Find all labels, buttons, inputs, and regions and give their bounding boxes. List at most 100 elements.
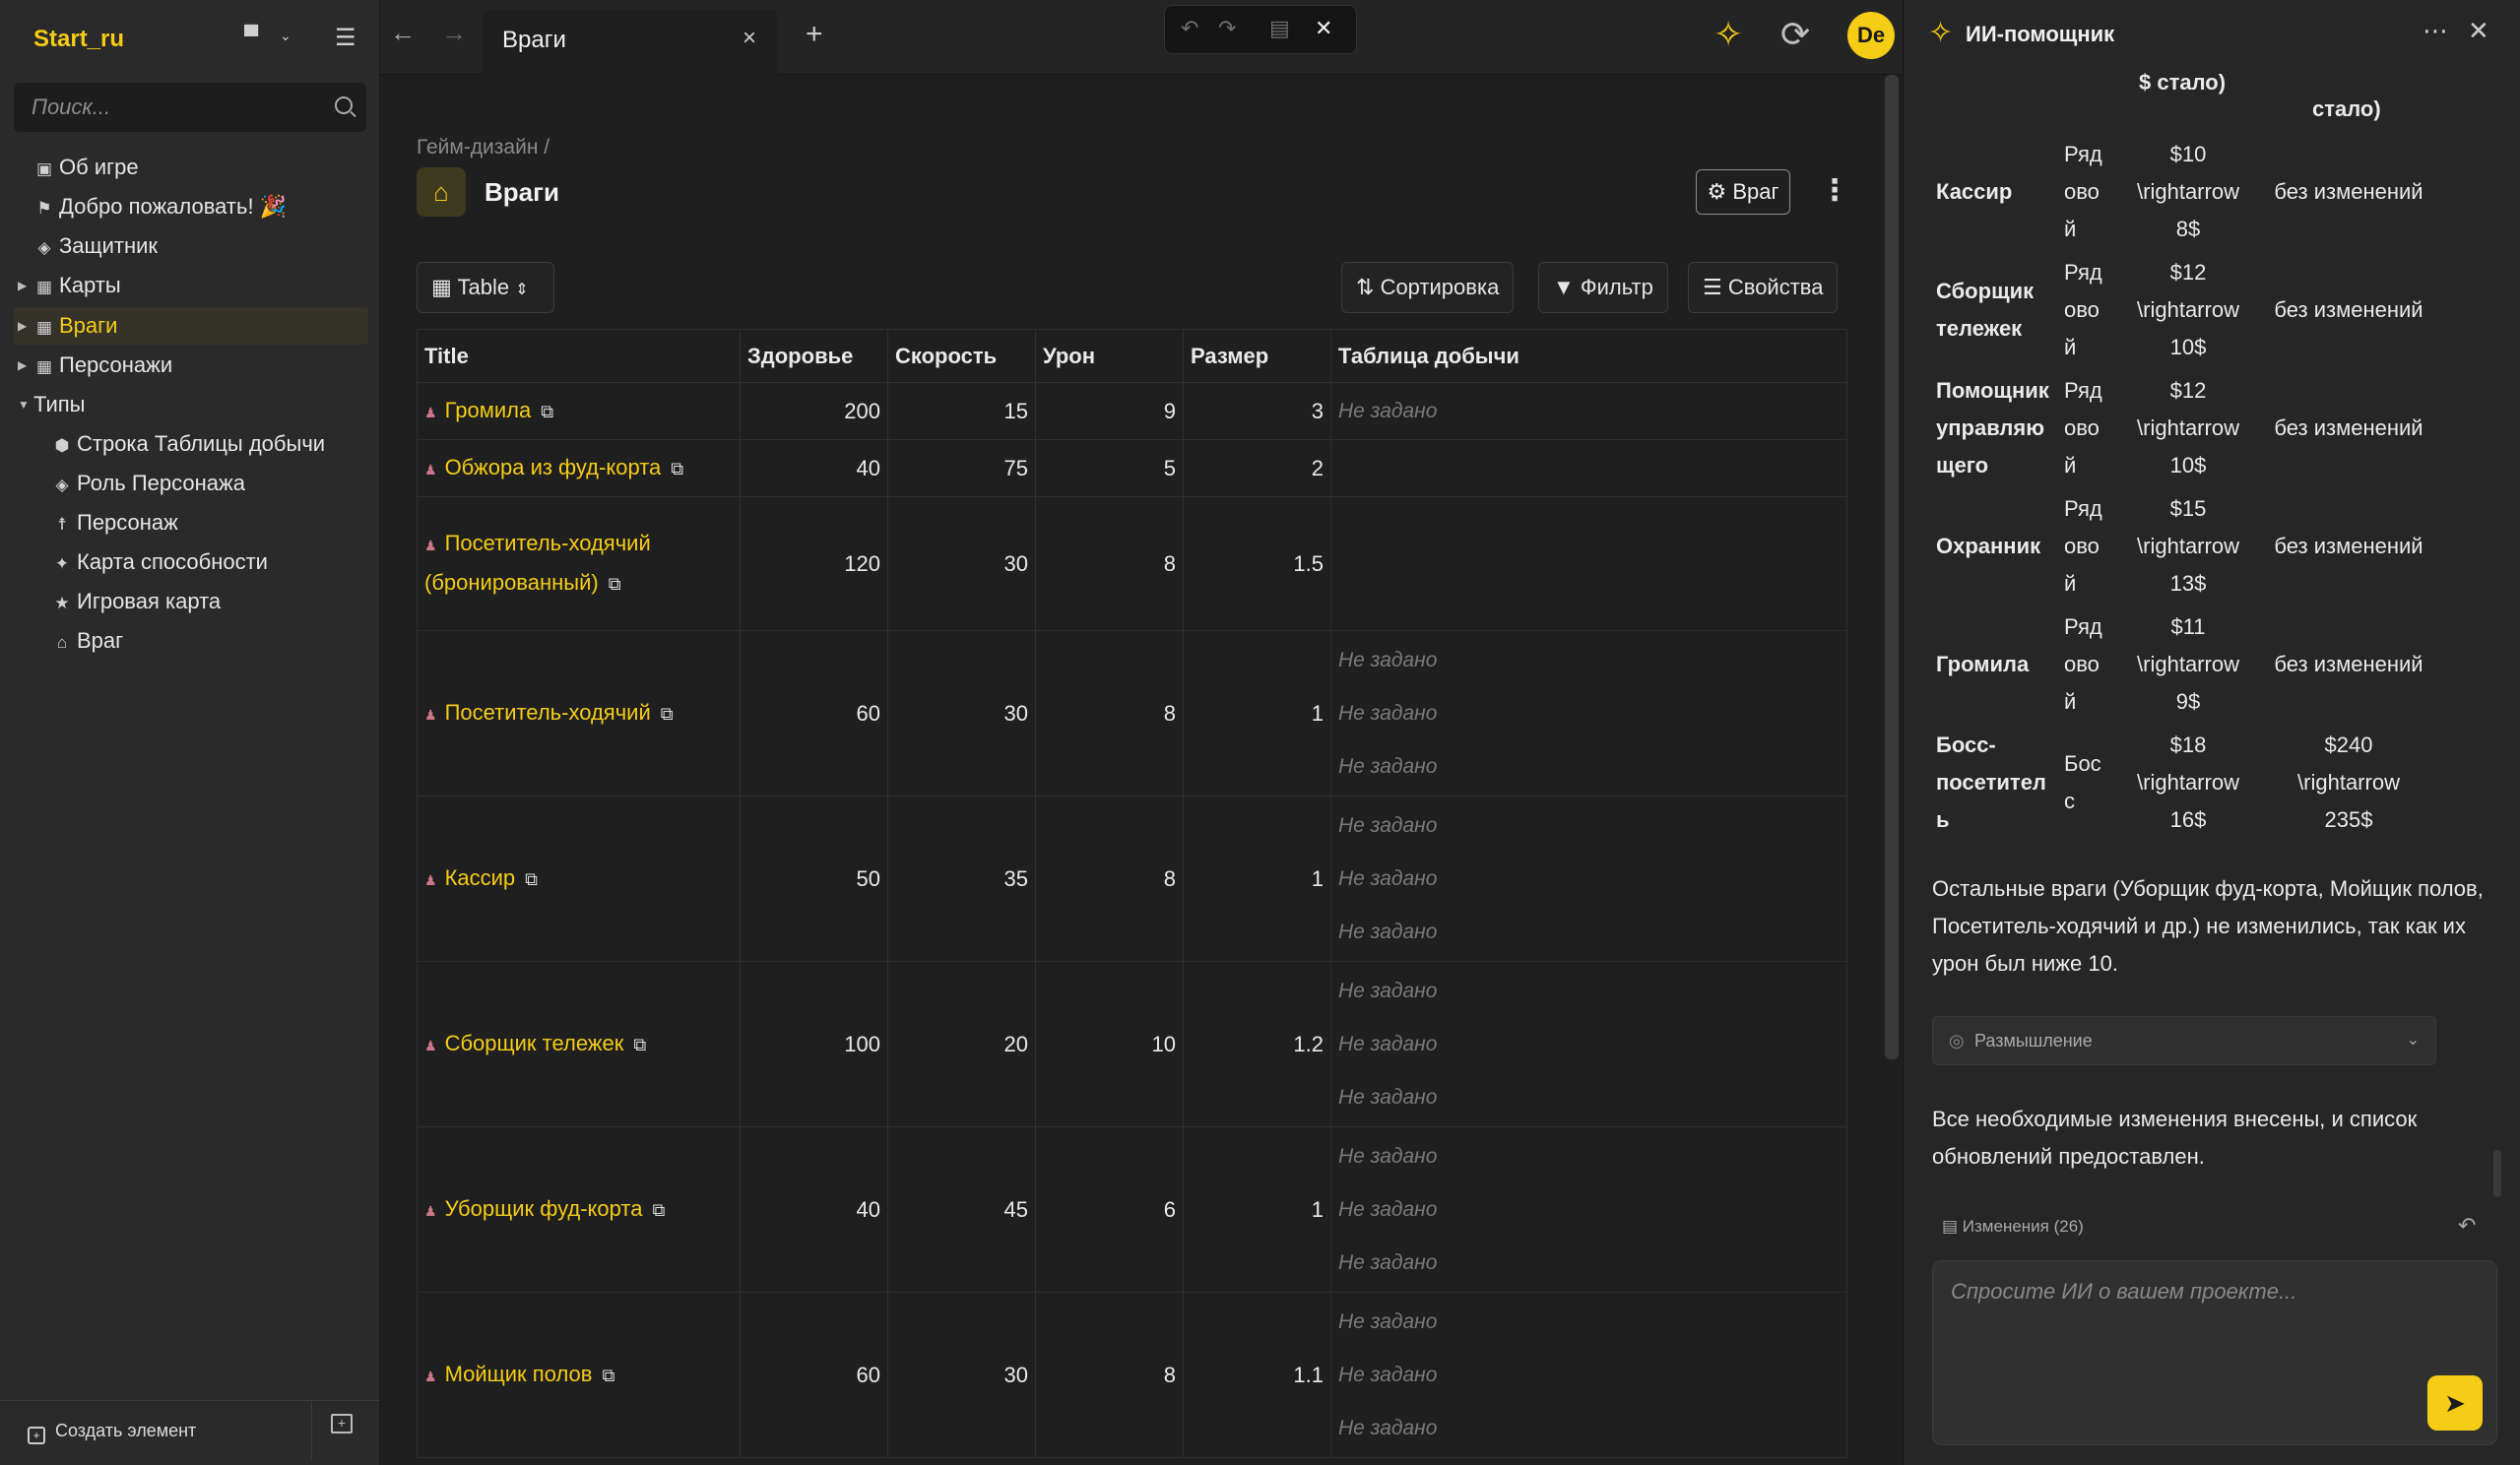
add-tab-icon[interactable]: + — [806, 18, 823, 51]
loot-table-cell[interactable]: Не задано Не задано Не задано — [1330, 1126, 1847, 1293]
sidebar-item[interactable]: ⌂ Враг — [51, 622, 123, 660]
caret-right-icon[interactable]: ▶ — [18, 307, 27, 345]
enemy-title-cell[interactable]: ♟ Посетитель-ходячий (бронированный) ⧉ — [417, 496, 741, 631]
cell-speed[interactable]: 15 — [887, 382, 1036, 440]
cell-speed[interactable]: 45 — [887, 1126, 1036, 1293]
back-arrow-icon[interactable]: ← — [390, 18, 416, 48]
cell-size[interactable]: 1 — [1183, 1126, 1331, 1293]
sidebar-item[interactable]: ▣ Об игре — [33, 149, 139, 186]
table-row[interactable]: ♟ Обжора из фуд-корта ⧉ 40 75 5 2 — [417, 439, 1847, 497]
avatar[interactable]: De — [1847, 12, 1895, 59]
sidebar-item[interactable]: ▼ Типы — [18, 386, 86, 423]
enemy-title-cell[interactable]: ♟ Обжора из фуд-корта ⧉ — [417, 439, 741, 497]
cell-hp[interactable]: 200 — [740, 382, 888, 440]
main-scrollbar[interactable] — [1885, 75, 1899, 1059]
table-row[interactable]: ♟ Громила ⧉ 200 15 9 3 Не задано — [417, 382, 1847, 440]
close-icon[interactable]: × — [743, 25, 756, 52]
cell-dmg[interactable]: 8 — [1035, 796, 1184, 962]
caret-down-icon[interactable]: ▼ — [18, 386, 30, 423]
table-row[interactable]: ♟ Уборщик фуд-корта ⧉ 40 45 6 1 Не задано Не зад… — [417, 1126, 1847, 1293]
tab-enemies[interactable]: Враги × — [483, 10, 778, 75]
cell-size[interactable]: 2 — [1183, 439, 1331, 497]
sidebar-item[interactable]: ☨ Персонаж — [51, 504, 178, 541]
open-external-icon[interactable]: ⧉ — [609, 574, 621, 594]
enemy-title-cell[interactable]: ♟ Сборщик тележек ⧉ — [417, 961, 741, 1127]
enemy-title-link[interactable]: Громила — [445, 398, 532, 422]
enemy-title-cell[interactable]: ♟ Уборщик фуд-корта ⧉ — [417, 1126, 741, 1293]
thinking-toggle[interactable]: ◎ Размышление ⌄ — [1932, 1016, 2436, 1065]
search-icon[interactable] — [335, 96, 353, 114]
cell-dmg[interactable]: 9 — [1035, 382, 1184, 440]
cell-hp[interactable]: 60 — [740, 630, 888, 796]
loot-table-cell[interactable]: Не задано — [1330, 382, 1847, 440]
cell-size[interactable]: 1.1 — [1183, 1292, 1331, 1458]
more-horizontal-icon[interactable]: ⋯ — [2423, 16, 2448, 46]
cell-size[interactable]: 1 — [1183, 630, 1331, 796]
table-row[interactable]: ♟ Посетитель-ходячий ⧉ 60 30 8 1 Не задано Не за… — [417, 630, 1847, 796]
menu-icon[interactable]: ☰ — [335, 24, 356, 52]
table-row[interactable]: ♟ Посетитель-ходячий (бронированный) ⧉ 120 3… — [417, 496, 1847, 631]
undo-icon[interactable]: ↶ — [1181, 16, 1198, 41]
enemy-title-cell[interactable]: ♟ Мойщик полов ⧉ — [417, 1292, 741, 1458]
breadcrumb[interactable]: Гейм-дизайн / — [417, 136, 549, 159]
column-header[interactable]: Таблица добычи — [1330, 329, 1847, 383]
new-folder-icon[interactable]: + — [331, 1414, 353, 1433]
cell-dmg[interactable]: 10 — [1035, 961, 1184, 1127]
open-external-icon[interactable]: ⧉ — [602, 1366, 614, 1385]
page-title[interactable]: Враги — [485, 177, 559, 208]
enemy-title-cell[interactable]: ♟ Посетитель-ходячий ⧉ — [417, 630, 741, 796]
cell-hp[interactable]: 60 — [740, 1292, 888, 1458]
enemy-title-link[interactable]: Посетитель-ходячий — [445, 700, 651, 725]
view-select-button[interactable]: ▦ Table ⇕ — [417, 262, 554, 313]
send-button[interactable]: ➤ — [2427, 1375, 2483, 1431]
open-external-icon[interactable]: ⧉ — [661, 704, 674, 724]
sidebar-item[interactable]: ◈ Роль Персонажа — [51, 465, 245, 502]
open-external-icon[interactable]: ⧉ — [652, 1200, 665, 1220]
enemy-title-cell[interactable]: ♟ Громила ⧉ — [417, 382, 741, 440]
cell-dmg[interactable]: 8 — [1035, 630, 1184, 796]
cell-speed[interactable]: 30 — [887, 496, 1036, 631]
sidebar-item[interactable]: ⚑ Добро пожаловать! 🎉 — [33, 188, 287, 225]
create-element-button[interactable]: + Создать элемент — [28, 1416, 196, 1445]
loot-table-cell[interactable]: Не задано Не задано Не задано — [1330, 630, 1847, 796]
cell-hp[interactable]: 100 — [740, 961, 888, 1127]
cell-hp[interactable]: 40 — [740, 1126, 888, 1293]
open-external-icon[interactable]: ⧉ — [671, 459, 683, 478]
sidebar-item[interactable]: ✦ Карта способности — [51, 543, 268, 581]
column-header[interactable]: Урон — [1035, 329, 1184, 383]
loot-table-cell[interactable]: Не задано Не задано Не задано — [1330, 961, 1847, 1127]
save-icon[interactable]: ▤ — [1269, 16, 1290, 41]
caret-right-icon[interactable]: ▶ — [18, 267, 27, 304]
cell-speed[interactable]: 35 — [887, 796, 1036, 962]
cell-dmg[interactable]: 5 — [1035, 439, 1184, 497]
cell-speed[interactable]: 20 — [887, 961, 1036, 1127]
workspace-name[interactable]: Start_ru — [33, 26, 124, 53]
enemy-title-link[interactable]: Обжора из фуд-корта — [445, 455, 662, 479]
sidebar-item[interactable]: ★ Игровая карта — [51, 583, 221, 620]
chevron-down-icon[interactable]: ⌄ — [280, 28, 291, 44]
loot-table-cell[interactable]: Не задано Не задано Не задано — [1330, 1292, 1847, 1458]
cell-dmg[interactable]: 8 — [1035, 1292, 1184, 1458]
cell-speed[interactable]: 30 — [887, 630, 1036, 796]
table-row[interactable]: ♟ Мойщик полов ⧉ 60 30 8 1.1 Не задано Не задано… — [417, 1292, 1847, 1458]
column-header[interactable]: Здоровье — [740, 329, 888, 383]
enemy-title-link[interactable]: Уборщик фуд-корта — [445, 1196, 643, 1221]
sidebar-item[interactable]: ◈ Защитник — [33, 227, 158, 265]
search-input[interactable] — [30, 83, 325, 132]
properties-button[interactable]: ☰ Свойства — [1688, 262, 1839, 313]
open-external-icon[interactable]: ⧉ — [525, 869, 538, 889]
cell-size[interactable]: 1 — [1183, 796, 1331, 962]
close-icon[interactable]: ✕ — [2468, 16, 2489, 46]
loot-table-cell[interactable]: Не задано Не задано Не задано — [1330, 796, 1847, 962]
sidebar-item[interactable]: ▶ ▦ Карты — [18, 267, 121, 304]
changes-toggle[interactable]: ▤ Изменения (26) — [1942, 1217, 2084, 1237]
enemy-title-link[interactable]: Сборщик тележек — [445, 1031, 624, 1055]
ai-scrollbar[interactable] — [2493, 1150, 2501, 1197]
type-button[interactable]: ⚙ Враг — [1696, 169, 1790, 215]
column-header[interactable]: Title — [417, 329, 741, 383]
enemy-title-link[interactable]: Кассир — [445, 865, 516, 890]
forward-arrow-icon[interactable]: → — [441, 18, 467, 48]
loot-table-cell[interactable] — [1330, 496, 1847, 631]
undo-icon[interactable]: ↶ — [2458, 1213, 2476, 1239]
cell-speed[interactable]: 30 — [887, 1292, 1036, 1458]
